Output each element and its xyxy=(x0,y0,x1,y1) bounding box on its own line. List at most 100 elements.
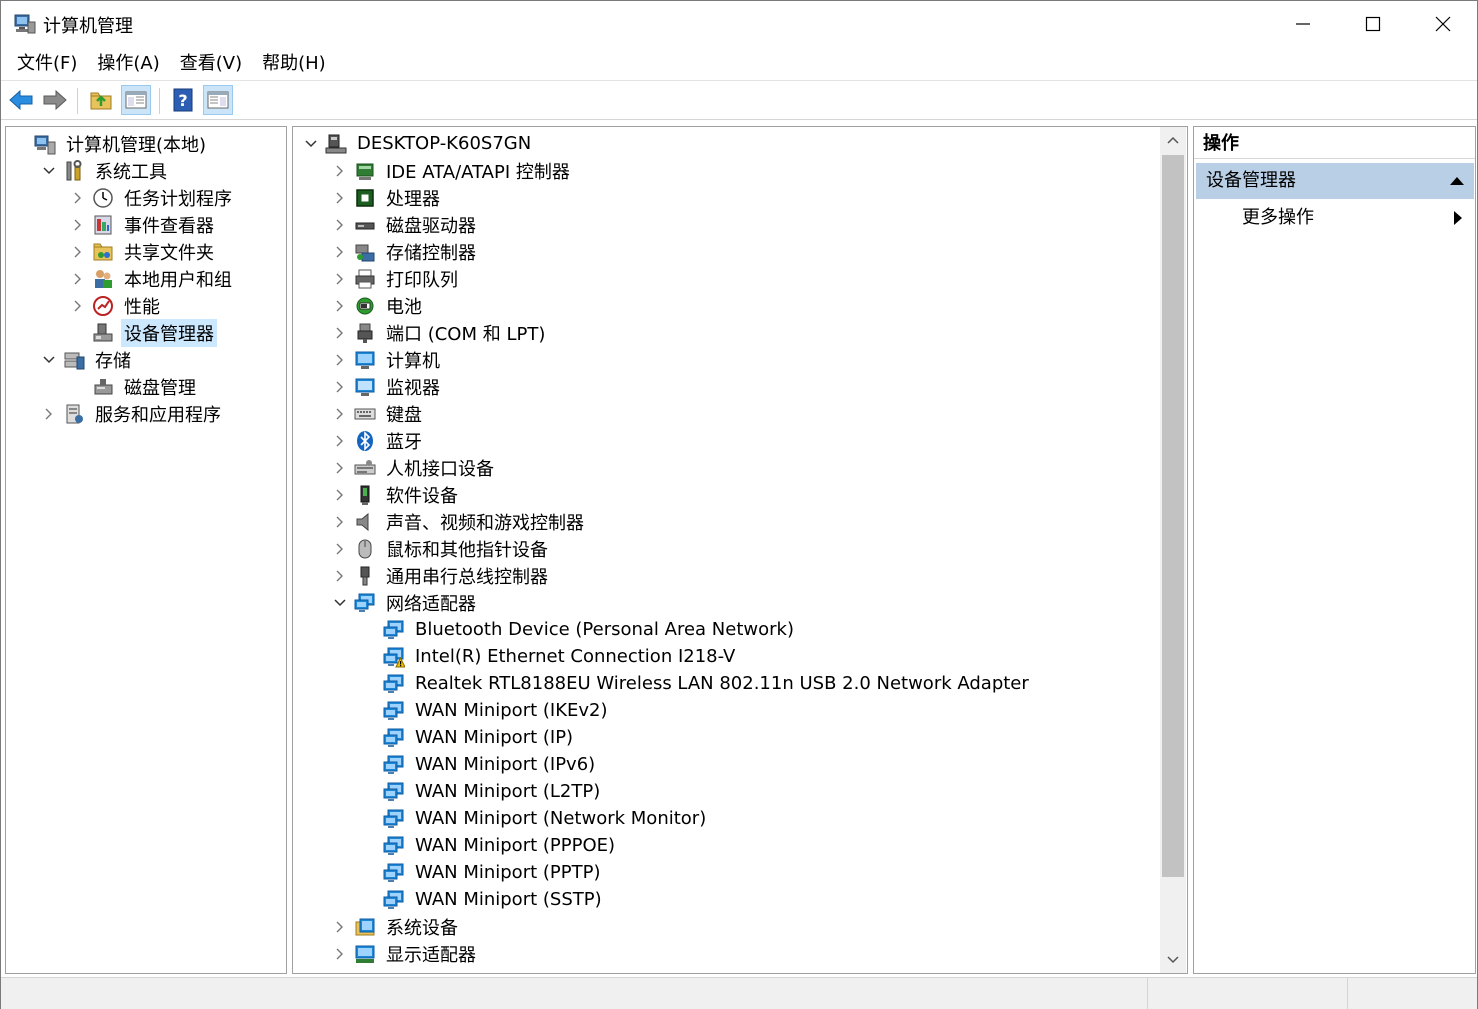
console-tree-item-8[interactable]: 存储 xyxy=(41,346,134,373)
tree-expander[interactable] xyxy=(332,568,348,584)
up-button[interactable] xyxy=(86,85,116,115)
device-tree-item-21[interactable]: WAN Miniport (IKEv2) xyxy=(361,697,611,724)
console-tree-item-3[interactable]: 事件查看器 xyxy=(70,211,217,238)
device-tree-item-2[interactable]: 处理器 xyxy=(332,184,443,211)
forward-button[interactable] xyxy=(40,85,70,115)
device-tree-item-17[interactable]: 网络适配器 xyxy=(332,589,479,616)
network-adapter-icon xyxy=(383,619,405,641)
device-tree-item-18[interactable]: Bluetooth Device (Personal Area Network) xyxy=(361,616,797,643)
menu-action[interactable]: 操作(A) xyxy=(87,47,169,81)
device-tree-item-26[interactable]: WAN Miniport (PPPOE) xyxy=(361,832,618,859)
menu-file[interactable]: 文件(F) xyxy=(7,47,87,81)
scroll-thumb[interactable] xyxy=(1162,155,1184,877)
show-hide-action-pane-button[interactable] xyxy=(203,85,233,115)
tree-expander[interactable] xyxy=(332,460,348,476)
device-tree-item-20[interactable]: Realtek RTL8188EU Wireless LAN 802.11n U… xyxy=(361,670,1032,697)
device-tree-item-22[interactable]: WAN Miniport (IP) xyxy=(361,724,576,751)
device-tree-item-28[interactable]: WAN Miniport (SSTP) xyxy=(361,886,605,913)
device-tree-item-29[interactable]: 系统设备 xyxy=(332,913,461,940)
tree-expander[interactable] xyxy=(332,406,348,422)
device-tree-item-5[interactable]: 打印队列 xyxy=(332,265,461,292)
tree-item-label: 声音、视频和游戏控制器 xyxy=(386,512,584,534)
tree-expander[interactable] xyxy=(332,514,348,530)
tree-expander[interactable] xyxy=(332,271,348,287)
scroll-up-button[interactable] xyxy=(1160,127,1186,153)
device-tree-item-23[interactable]: WAN Miniport (IPv6) xyxy=(361,751,598,778)
device-tree-item-13[interactable]: 软件设备 xyxy=(332,481,461,508)
action-more-actions[interactable]: 更多操作 xyxy=(1196,201,1474,235)
device-tree-item-30[interactable]: 显示适配器 xyxy=(332,940,479,967)
tree-expander[interactable] xyxy=(332,163,348,179)
minimize-button[interactable] xyxy=(1268,1,1338,47)
tree-expander[interactable] xyxy=(332,352,348,368)
tree-expander[interactable] xyxy=(70,298,86,314)
tree-expander[interactable] xyxy=(332,298,348,314)
network-adapter-icon xyxy=(383,673,405,695)
device-tree-item-14[interactable]: 声音、视频和游戏控制器 xyxy=(332,508,587,535)
tree-expander[interactable] xyxy=(41,352,57,368)
console-tree-item-9[interactable]: 磁盘管理 xyxy=(70,373,199,400)
device-tree-item-11[interactable]: 蓝牙 xyxy=(332,427,425,454)
console-tree-item-0[interactable]: 计算机管理(本地) xyxy=(12,130,209,157)
back-button[interactable] xyxy=(6,85,36,115)
chevron-right-icon xyxy=(336,948,343,959)
tree-item-label: Realtek RTL8188EU Wireless LAN 802.11n U… xyxy=(415,673,1029,694)
device-tree-item-12[interactable]: 人机接口设备 xyxy=(332,454,497,481)
tree-expander[interactable] xyxy=(332,379,348,395)
tree-expander[interactable] xyxy=(70,244,86,260)
tree-expander[interactable] xyxy=(70,190,86,206)
action-section-device-manager[interactable]: 设备管理器 xyxy=(1196,163,1474,199)
tree-expander[interactable] xyxy=(41,406,57,422)
help-button[interactable]: ? xyxy=(168,85,198,115)
device-tree-item-24[interactable]: WAN Miniport (L2TP) xyxy=(361,778,603,805)
chevron-right-icon xyxy=(336,921,343,932)
tree-expander[interactable] xyxy=(332,190,348,206)
tree-expander[interactable] xyxy=(332,325,348,341)
device-tree-item-3[interactable]: 磁盘驱动器 xyxy=(332,211,479,238)
maximize-button[interactable] xyxy=(1338,1,1408,47)
device-tree-item-6[interactable]: 电池 xyxy=(332,292,425,319)
show-hide-console-tree-button[interactable] xyxy=(121,85,151,115)
tree-expander[interactable] xyxy=(41,163,57,179)
hid-icon xyxy=(354,457,376,479)
device-tree-item-25[interactable]: WAN Miniport (Network Monitor) xyxy=(361,805,709,832)
tree-expander[interactable] xyxy=(332,487,348,503)
console-tree-item-5[interactable]: 本地用户和组 xyxy=(70,265,235,292)
network-adapter-warning-icon xyxy=(383,646,405,668)
console-tree-item-10[interactable]: 服务和应用程序 xyxy=(41,400,224,427)
console-tree-item-7[interactable]: 设备管理器 xyxy=(70,318,217,347)
tree-expander[interactable] xyxy=(332,946,348,962)
device-tree-item-19[interactable]: Intel(R) Ethernet Connection I218-V xyxy=(361,643,738,670)
console-tree-item-4[interactable]: 共享文件夹 xyxy=(70,238,217,265)
tree-expander[interactable] xyxy=(332,595,348,611)
device-tree-item-10[interactable]: 键盘 xyxy=(332,400,425,427)
tree-expander[interactable] xyxy=(70,271,86,287)
tree-expander[interactable] xyxy=(332,433,348,449)
tree-expander[interactable] xyxy=(332,541,348,557)
tree-expander[interactable] xyxy=(332,919,348,935)
close-button[interactable] xyxy=(1408,1,1478,47)
device-tree-item-7[interactable]: 端口 (COM 和 LPT) xyxy=(332,319,548,346)
device-tree-item-8[interactable]: 计算机 xyxy=(332,346,443,373)
tree-expander[interactable] xyxy=(332,217,348,233)
device-tree-item-16[interactable]: 通用串行总线控制器 xyxy=(332,562,551,589)
tree-expander[interactable] xyxy=(303,136,319,152)
device-tree-item-1[interactable]: IDE ATA/ATAPI 控制器 xyxy=(332,157,573,184)
device-tree-item-4[interactable]: 存储控制器 xyxy=(332,238,479,265)
tree-expander[interactable] xyxy=(332,244,348,260)
console-tree-item-1[interactable]: 系统工具 xyxy=(41,157,170,184)
menu-view[interactable]: 查看(V) xyxy=(170,47,252,81)
vertical-scrollbar[interactable] xyxy=(1160,127,1186,973)
device-tree-item-0[interactable]: DESKTOP-K60S7GN xyxy=(303,130,534,157)
device-tree-item-9[interactable]: 监视器 xyxy=(332,373,443,400)
device-tree-item-15[interactable]: 鼠标和其他指针设备 xyxy=(332,535,551,562)
console-tree-item-6[interactable]: 性能 xyxy=(70,292,163,319)
tree-expander[interactable] xyxy=(70,217,86,233)
scroll-down-button[interactable] xyxy=(1160,947,1186,973)
menu-help[interactable]: 帮助(H) xyxy=(252,47,336,81)
tree-item-label: WAN Miniport (IKEv2) xyxy=(415,700,608,721)
device-tree-item-27[interactable]: WAN Miniport (PPTP) xyxy=(361,859,603,886)
console-tree-item-2[interactable]: 任务计划程序 xyxy=(70,184,235,211)
